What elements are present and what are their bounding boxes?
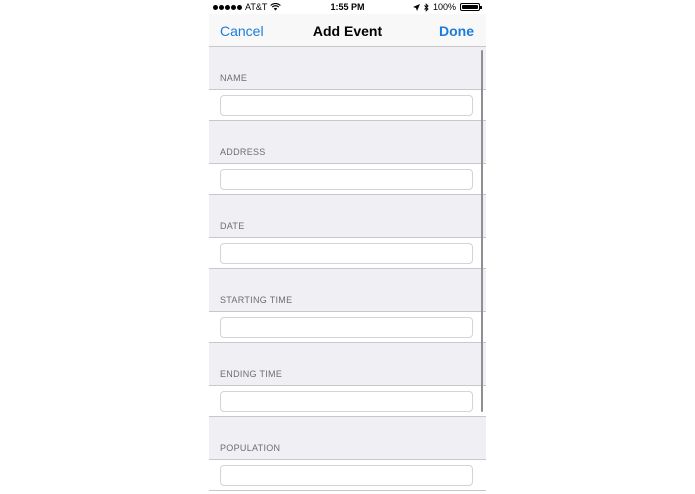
date-input[interactable] bbox=[220, 243, 473, 264]
name-label: NAME bbox=[220, 73, 248, 83]
battery-percent: 100% bbox=[432, 2, 456, 12]
status-right: 100% bbox=[412, 2, 482, 12]
done-button[interactable]: Done bbox=[439, 23, 474, 39]
address-input[interactable] bbox=[220, 169, 473, 190]
phone-screen: AT&T 1:55 PM 100% Cancel Add Event Done … bbox=[209, 0, 486, 494]
address-label: ADDRESS bbox=[220, 147, 266, 157]
page: AT&T 1:55 PM 100% Cancel Add Event Done … bbox=[0, 0, 695, 494]
section-field-name bbox=[209, 89, 486, 121]
name-input[interactable] bbox=[220, 95, 473, 116]
section-field-ending-time bbox=[209, 385, 486, 417]
ending-time-label: ENDING TIME bbox=[220, 369, 283, 379]
population-input[interactable] bbox=[220, 465, 473, 486]
starting-time-input[interactable] bbox=[220, 317, 473, 338]
ending-time-input[interactable] bbox=[220, 391, 473, 412]
section-header-starting-time: STARTING TIME bbox=[209, 269, 486, 311]
section-header-date: DATE bbox=[209, 195, 486, 237]
section-header-address: ADDRESS bbox=[209, 121, 486, 163]
navigation-bar: Cancel Add Event Done bbox=[209, 14, 486, 47]
bluetooth-icon bbox=[424, 2, 429, 12]
date-label: DATE bbox=[220, 221, 245, 231]
location-arrow-icon bbox=[412, 3, 420, 11]
section-field-date bbox=[209, 237, 486, 269]
scrollbar[interactable] bbox=[481, 50, 483, 412]
section-field-starting-time bbox=[209, 311, 486, 343]
battery-icon bbox=[460, 3, 482, 11]
status-bar: AT&T 1:55 PM 100% bbox=[209, 0, 486, 14]
section-header-name: NAME bbox=[209, 47, 486, 89]
event-form: NAME ADDRESS DATE STARTING TIME ENDING T… bbox=[209, 47, 486, 494]
section-field-address bbox=[209, 163, 486, 195]
section-field-population bbox=[209, 459, 486, 491]
population-label: POPULATION bbox=[220, 443, 281, 453]
starting-time-label: STARTING TIME bbox=[220, 295, 293, 305]
section-header-ending-time: ENDING TIME bbox=[209, 343, 486, 385]
section-header-population: POPULATION bbox=[209, 417, 486, 459]
